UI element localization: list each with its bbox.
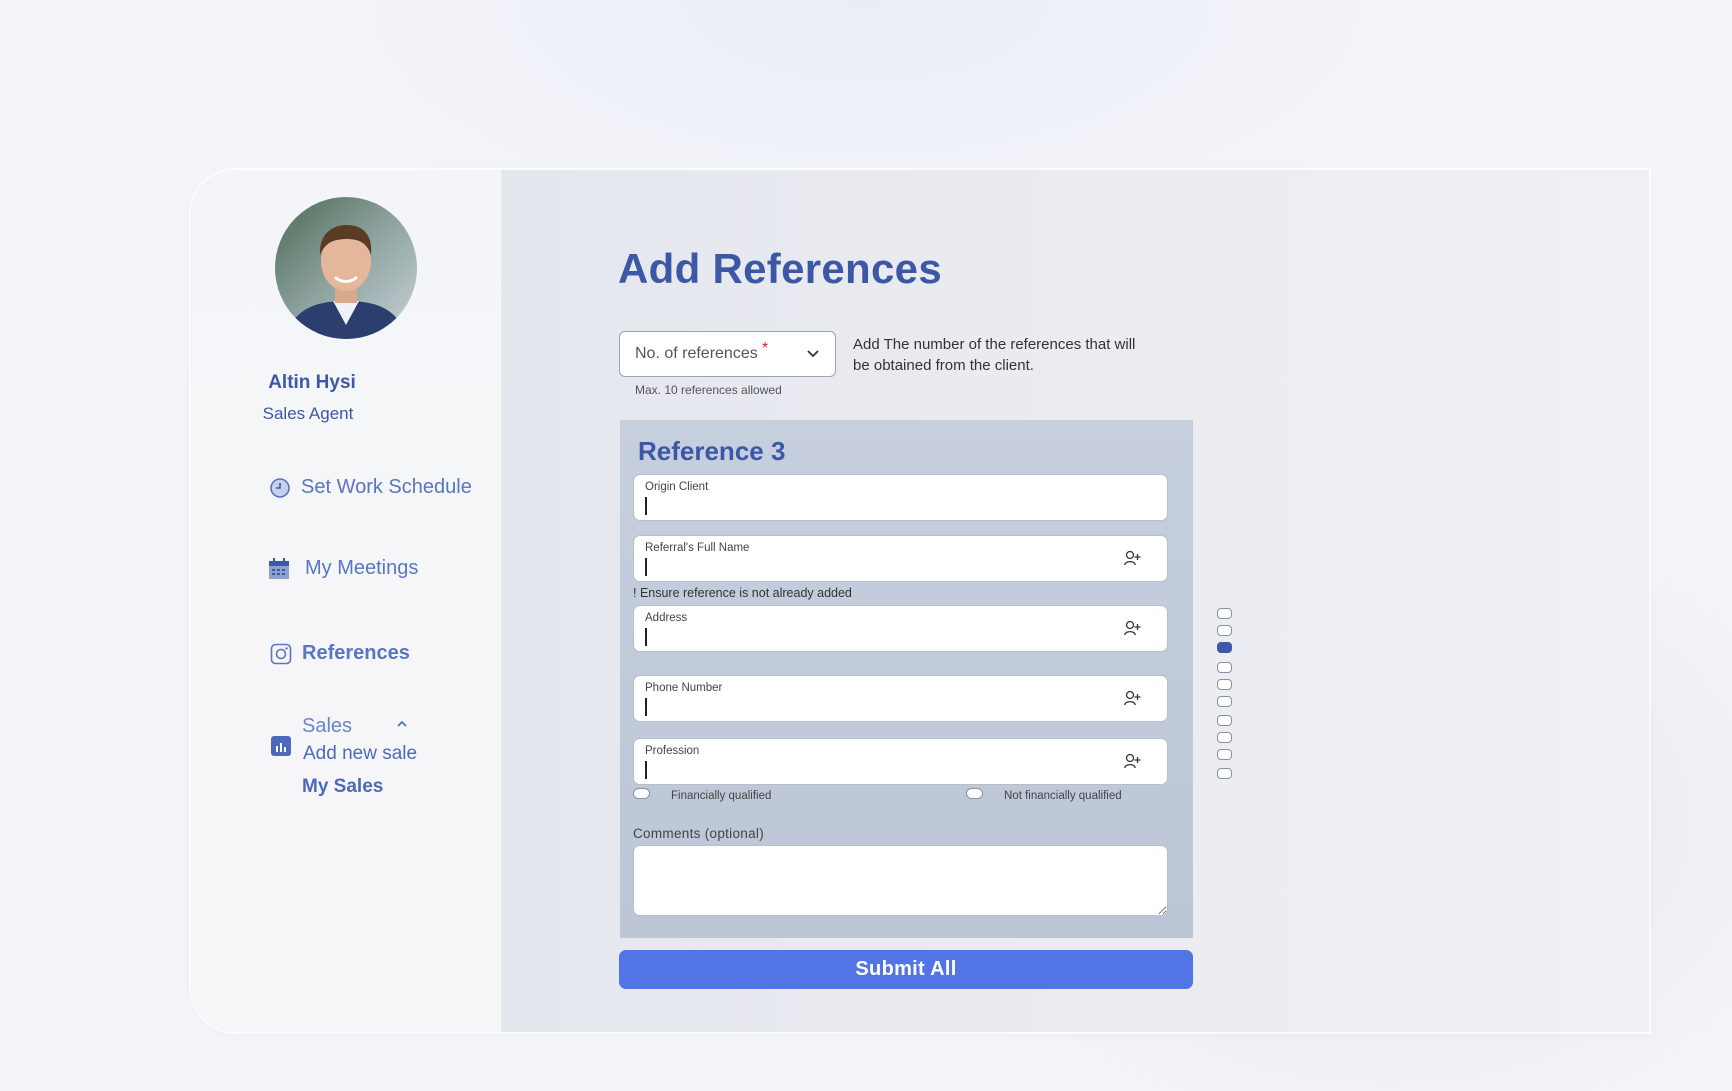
comments-label: Comments (optional) [633,826,764,841]
calendar-icon [268,557,290,580]
pager-dot[interactable] [1217,768,1232,779]
add-user-icon[interactable] [1124,690,1142,711]
pager-dot[interactable] [1217,749,1232,760]
financially-qualified-label: Financially qualified [671,790,772,802]
add-user-icon[interactable] [1124,620,1142,641]
chevron-down-icon [805,346,821,367]
nav-sales[interactable]: Sales [302,715,352,738]
nav-references[interactable]: References [270,642,410,665]
reference-card: Reference 3 Origin Client Referral's Ful… [620,420,1193,938]
referral-name-field[interactable]: Referral's Full Name [633,535,1168,582]
add-user-icon[interactable] [1124,753,1142,774]
pager-dot[interactable] [1217,608,1232,619]
field-label: Phone Number [645,682,723,694]
text-caret [645,761,647,779]
duplicate-warning: ! Ensure reference is not already added [633,586,852,600]
pager-dot[interactable] [1217,715,1232,726]
phone-number-field[interactable]: Phone Number [633,675,1168,722]
sidebar: Altin Hysi Sales Agent Set Work Schedule… [191,170,502,1032]
references-icon [270,643,292,665]
chevron-up-icon[interactable] [396,717,408,735]
nav-label-references: References [302,642,410,664]
reference-card-title: Reference 3 [638,436,786,466]
nav-set-work-schedule[interactable]: Set Work Schedule [269,476,472,499]
nav-my-meetings[interactable]: My Meetings [268,557,418,580]
pager-dot[interactable] [1217,732,1232,743]
clock-icon [269,477,291,499]
pager-dot[interactable] [1217,662,1232,673]
submit-all-button[interactable]: Submit All [619,950,1193,989]
not-financially-qualified-label: Not financially qualified [1004,790,1122,802]
field-label: Profession [645,745,700,757]
nav-label-sales: Sales [302,715,353,737]
user-role: Sales Agent [262,404,354,423]
user-name: Altin Hysi [268,372,356,393]
nav-label-meetings: My Meetings [305,557,419,579]
address-field[interactable]: Address [633,605,1168,652]
references-help-text: Add The number of the references that wi… [853,336,1136,374]
financially-qualified-radio[interactable] [633,788,650,799]
references-count-select[interactable]: No. of references * [619,331,836,377]
select-label: No. of references [635,345,758,362]
not-financially-qualified-radio[interactable] [966,788,983,799]
select-hint: Max. 10 references allowed [635,383,782,397]
text-caret [645,698,647,716]
nav-my-sales[interactable]: My Sales [302,776,383,798]
origin-client-field[interactable]: Origin Client [633,474,1168,521]
nav-label-schedule: Set Work Schedule [301,476,472,498]
pager-dot[interactable] [1217,696,1232,707]
nav-add-new-sale[interactable]: Add new sale [303,743,417,765]
comments-textarea[interactable] [633,845,1168,916]
text-caret [645,558,647,576]
field-label: Address [645,612,688,624]
page-title: Add References [618,245,942,292]
text-caret [645,497,647,515]
pager-dot[interactable] [1217,625,1232,636]
text-caret [645,628,647,646]
field-label: Origin Client [645,481,709,493]
pager-dot[interactable] [1217,679,1232,690]
add-user-icon[interactable] [1124,550,1142,571]
field-label: Referral's Full Name [645,542,750,554]
profession-field[interactable]: Profession [633,738,1168,785]
pager-dot[interactable] [1217,642,1232,653]
bar-chart-icon [270,735,292,757]
avatar [275,197,417,339]
required-mark: * [762,340,769,357]
